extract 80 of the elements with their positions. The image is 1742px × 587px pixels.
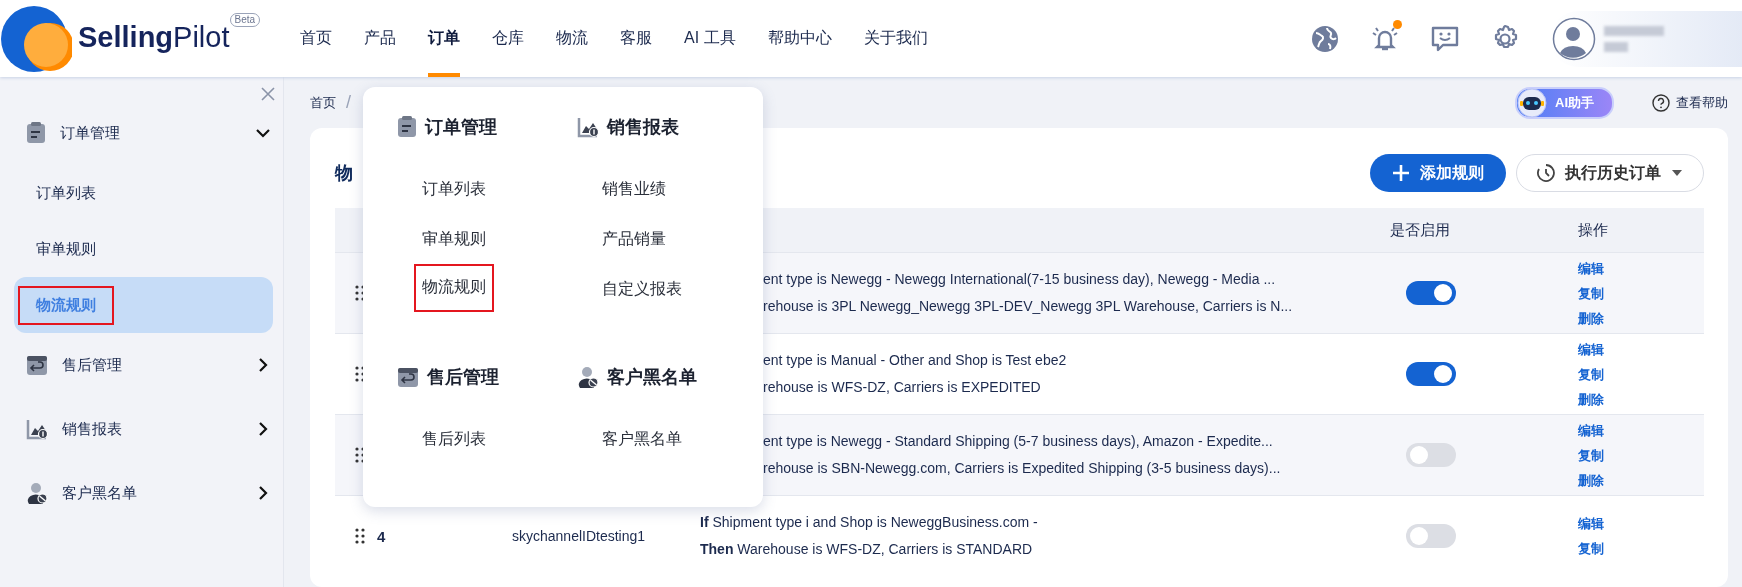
sidebar-group[interactable]: 客户黑名单 [0, 461, 283, 525]
action-link[interactable]: 删除 [1578, 386, 1604, 412]
plus-icon [1392, 164, 1410, 182]
menu-item[interactable]: 产品销量 [600, 216, 668, 251]
menu-item[interactable]: 客户黑名单 [600, 416, 684, 451]
menu-item[interactable]: 审单规则 [420, 216, 488, 251]
section-icon [397, 366, 419, 388]
nav-item[interactable]: 订单 [428, 0, 460, 77]
sidebar-item[interactable]: 订单列表 [14, 165, 273, 221]
add-rule-button[interactable]: 添加规则 [1370, 154, 1506, 192]
sidebar-group[interactable]: 订单管理 [0, 101, 283, 165]
nav-item[interactable]: 首页 [300, 0, 332, 77]
action-link[interactable]: 删除 [1578, 467, 1604, 493]
history-icon [1537, 164, 1555, 182]
user-menu[interactable] [1550, 10, 1742, 67]
condition-text: ent type is Newegg - Newegg International(7-15 business day), Newegg - Media ... [763, 270, 1277, 289]
toggle-switch[interactable] [1406, 524, 1456, 548]
avatar-icon [1552, 16, 1596, 61]
action-link[interactable]: 复制 [1578, 280, 1604, 306]
blurred-name [1604, 25, 1664, 52]
condition-text: rehouse is 3PL Newegg_Newegg 3PL-DEV_Newegg 3PL Warehouse, Carriers is N... [763, 297, 1294, 316]
logo-text: SellingPilot [78, 20, 230, 54]
page-title: 物 [335, 162, 353, 185]
condition-text: ent type is Manual - Other and Shop is Test ebe2 [763, 351, 1068, 370]
condition-text: rehouse is WFS-DZ, Carriers is EXPEDITED [763, 378, 1042, 397]
column-header: 操作 [1578, 220, 1609, 240]
menu-section-title: 售后管理 [397, 357, 577, 397]
action-link[interactable]: 复制 [1578, 536, 1604, 561]
help-link[interactable]: 查看帮助 [1652, 93, 1728, 112]
section-icon [397, 116, 417, 138]
nav-item[interactable]: 物流 [556, 0, 588, 77]
history-dropdown[interactable]: 执行历史订单 [1516, 154, 1704, 192]
section-icon [577, 366, 599, 388]
toggle-switch[interactable] [1406, 281, 1456, 305]
close-icon[interactable] [261, 87, 275, 101]
menu-icon [26, 482, 48, 504]
nav-item[interactable]: AI 工具 [684, 0, 736, 77]
action-link[interactable]: 编辑 [1578, 336, 1604, 362]
menu-section-title: 客户黑名单 [577, 357, 757, 397]
action-link[interactable]: 复制 [1578, 361, 1604, 387]
condition-text: ent type is Newegg - Standard Shipping (5-7 business days), Amazon - Expedite... [763, 432, 1274, 451]
breadcrumb-link[interactable]: 首页 [310, 93, 336, 112]
nav-item[interactable]: 关于我们 [863, 0, 928, 77]
toggle-switch[interactable] [1406, 362, 1456, 386]
condition-text: Then Warehouse is WFS-DZ, Carriers is STANDARD [700, 540, 1034, 559]
breadcrumb-separator: / [346, 92, 351, 113]
column-header: 是否启用 [1390, 220, 1451, 240]
nav-item[interactable]: 客服 [620, 0, 652, 77]
menu-item[interactable]: 自定义报表 [600, 266, 684, 301]
menu-item[interactable]: 物流规则 [416, 266, 492, 310]
nav-item[interactable]: 仓库 [492, 0, 524, 77]
condition-text: rehouse is SBN-Newegg.com, Carriers is Expedited Shipping (3-5 business days)... [763, 459, 1282, 478]
toggle-switch[interactable] [1406, 443, 1456, 467]
rule-name: skychannelIDtesting1 [512, 528, 646, 544]
help-icon [1652, 93, 1670, 112]
menu-item[interactable]: 订单列表 [420, 166, 488, 201]
robot-icon [1517, 87, 1547, 118]
section-icon [577, 116, 599, 138]
menu-section-title: 销售报表 [577, 107, 757, 147]
menu-item[interactable]: 销售业绩 [600, 166, 668, 201]
sidebar-group[interactable]: 销售报表 [0, 397, 283, 461]
menu-icon [26, 122, 46, 144]
condition-text: If Shipment type i and Shop is NeweggBusiness.com - [700, 513, 1039, 532]
menu-item[interactable]: 售后列表 [420, 416, 488, 451]
nav-item[interactable]: 产品 [364, 0, 396, 77]
action-link[interactable]: 编辑 [1578, 417, 1604, 443]
menu-icon [26, 418, 48, 440]
priority-number: 4 [377, 527, 386, 545]
action-link[interactable]: 删除 [1578, 305, 1604, 331]
menu-section-title: 订单管理 [397, 107, 577, 147]
sidebar-group[interactable]: 售后管理 [0, 333, 283, 397]
drag-handle-icon[interactable] [355, 528, 365, 544]
nav-item[interactable]: 帮助中心 [767, 0, 832, 77]
sidebar-item[interactable]: 审单规则 [14, 221, 273, 277]
globe-icon[interactable] [1310, 23, 1340, 54]
action-link[interactable]: 编辑 [1578, 511, 1604, 536]
action-link[interactable]: 编辑 [1578, 255, 1604, 281]
menu-icon [26, 354, 48, 376]
caret-icon [1671, 169, 1683, 177]
action-link[interactable]: 复制 [1578, 442, 1604, 468]
